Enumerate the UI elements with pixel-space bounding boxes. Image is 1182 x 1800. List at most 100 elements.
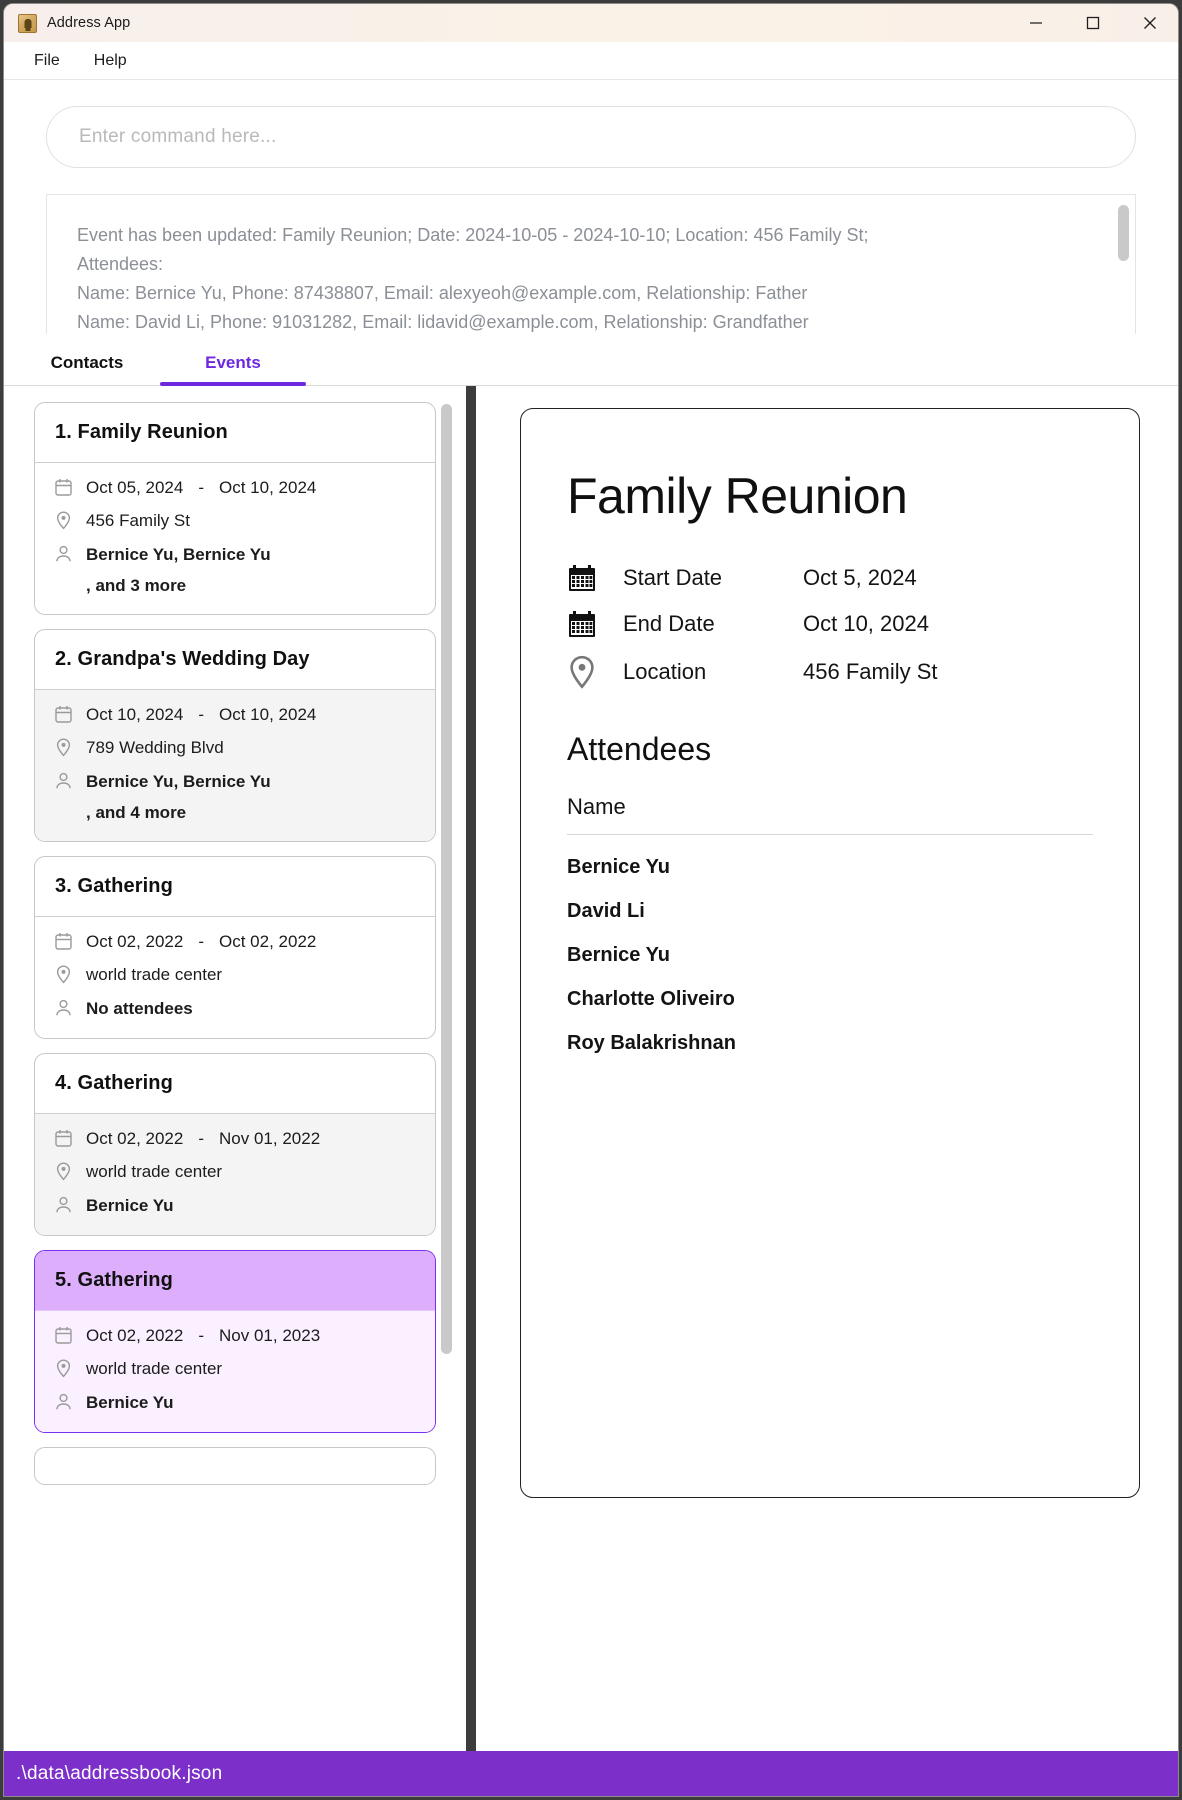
- event-end-date: Oct 02, 2022: [219, 932, 317, 951]
- event-location: world trade center: [86, 1162, 223, 1181]
- event-date-row: Oct 02, 2022 - Nov 01, 2022: [55, 1127, 415, 1152]
- event-card[interactable]: 4. Gathering Oct 02, 2022 - Nov 01, 2022: [34, 1053, 436, 1236]
- event-card-title: 4. Gathering: [55, 1072, 173, 1094]
- event-date-row: Oct 02, 2022 - Nov 01, 2023: [55, 1324, 415, 1349]
- address-book-icon: [18, 13, 37, 33]
- minimize-icon[interactable]: [1007, 4, 1064, 42]
- event-date-row: Oct 10, 2024 - Oct 10, 2024: [55, 703, 415, 728]
- location-pin-icon: [55, 509, 75, 535]
- event-attendees-row: Bernice Yu, Bernice Yu: [55, 543, 415, 568]
- location-pin-icon: [55, 1160, 75, 1186]
- location-label: Location: [623, 659, 707, 684]
- tab-events[interactable]: Events: [160, 353, 306, 386]
- attendee-row: David Li: [567, 900, 645, 922]
- title-bar: Address App: [4, 4, 1178, 42]
- event-card-body: Oct 10, 2024 - Oct 10, 2024 789 Wedding …: [35, 689, 435, 841]
- result-line: Name: Bernice Yu, Phone: 87438807, Email…: [77, 283, 808, 303]
- tab-contacts[interactable]: Contacts: [14, 353, 160, 385]
- end-date-value: Oct 10, 2024: [803, 611, 929, 636]
- app-window: Address App File Help Enter command here…: [4, 4, 1178, 1796]
- event-attendees-row: Bernice Yu: [55, 1391, 415, 1416]
- result-line: Name: David Li, Phone: 91031282, Email: …: [77, 312, 809, 332]
- event-card-title: 3. Gathering: [55, 875, 173, 897]
- event-location: world trade center: [86, 1359, 223, 1378]
- event-attendees: Bernice Yu: [86, 1393, 174, 1412]
- end-date-row: End Date Oct 10, 2024: [567, 609, 1093, 639]
- event-card-title: 5. Gathering: [35, 1251, 435, 1310]
- event-attendees-row: No attendees: [55, 997, 415, 1022]
- event-start-date: Oct 02, 2022: [86, 932, 184, 951]
- event-card-body: Oct 05, 2024 - Oct 10, 2024 456 Family S…: [35, 462, 435, 614]
- event-start-date: Oct 02, 2022: [86, 1326, 184, 1345]
- attendees-heading: Attendees: [567, 731, 712, 767]
- event-attendees-row: Bernice Yu, Bernice Yu: [55, 770, 415, 795]
- location-pin-icon: [55, 1357, 75, 1383]
- attendees-column-header: Name: [567, 794, 1093, 835]
- event-end-date: Oct 10, 2024: [219, 705, 317, 724]
- event-date-row: Oct 05, 2024 - Oct 10, 2024: [55, 476, 415, 501]
- result-line: Event has been updated: Family Reunion; …: [77, 225, 869, 245]
- command-input-placeholder: Enter command here...: [79, 126, 277, 147]
- event-card[interactable]: 3. Gathering Oct 02, 2022 - Oct 02, 2022: [34, 856, 436, 1039]
- calendar-icon: [55, 1324, 75, 1349]
- event-location: 456 Family St: [86, 511, 190, 530]
- location-pin-icon: [55, 736, 75, 762]
- start-date-value: Oct 5, 2024: [803, 565, 917, 590]
- event-location-row: 789 Wedding Blvd: [55, 736, 415, 762]
- calendar-icon: [567, 609, 623, 639]
- event-card[interactable]: [34, 1447, 436, 1485]
- attendee-row: Roy Balakrishnan: [567, 1032, 736, 1054]
- person-icon: [55, 543, 75, 568]
- date-separator: -: [198, 478, 205, 497]
- event-card-body: Oct 02, 2022 - Nov 01, 2023 world trade …: [35, 1310, 435, 1432]
- event-start-date: Oct 02, 2022: [86, 1129, 184, 1148]
- calendar-icon: [55, 1127, 75, 1152]
- event-location-row: 456 Family St: [55, 509, 415, 535]
- calendar-icon: [567, 563, 623, 593]
- start-date-label: Start Date: [623, 565, 723, 590]
- command-input[interactable]: Enter command here...: [46, 106, 1136, 168]
- event-location-row: world trade center: [55, 963, 415, 989]
- menu-item-help[interactable]: Help: [82, 48, 139, 74]
- event-list: 1. Family Reunion Oct 05, 2024 - Oct 10,…: [4, 402, 466, 1485]
- event-card-title: [35, 1448, 435, 1484]
- event-card-body: Oct 02, 2022 - Nov 01, 2022 world trade …: [35, 1113, 435, 1235]
- date-separator: -: [198, 932, 205, 951]
- content-area: 1. Family Reunion Oct 05, 2024 - Oct 10,…: [4, 386, 1178, 1751]
- event-list-scrollbar[interactable]: [441, 404, 452, 1354]
- calendar-icon: [55, 930, 75, 955]
- attendee-row: Bernice Yu: [567, 856, 671, 878]
- event-end-date: Nov 01, 2022: [219, 1129, 321, 1148]
- start-date-row: Start Date Oct 5, 2024: [567, 563, 1093, 593]
- calendar-icon: [55, 703, 75, 728]
- result-line: Attendees:: [77, 254, 164, 274]
- result-display: Event has been updated: Family Reunion; …: [46, 194, 1136, 334]
- attendee-row: Charlotte Oliveiro: [567, 988, 735, 1010]
- menu-item-file[interactable]: File: [22, 48, 72, 74]
- title-bar-left: Address App: [4, 13, 130, 33]
- event-date-row: Oct 02, 2022 - Oct 02, 2022: [55, 930, 415, 955]
- attendee-row: Bernice Yu: [567, 944, 671, 966]
- close-icon[interactable]: [1121, 4, 1178, 42]
- date-separator: -: [198, 705, 205, 724]
- event-card[interactable]: 2. Grandpa's Wedding Day Oct 10, 2024 - …: [34, 629, 436, 842]
- status-bar-path: .\data\addressbook.json: [16, 1762, 223, 1784]
- event-card[interactable]: 5. Gathering Oct 02, 2022 - Nov 01, 2023: [34, 1250, 436, 1433]
- maximize-icon[interactable]: [1064, 4, 1121, 42]
- location-pin-icon: [55, 963, 75, 989]
- person-icon: [55, 1391, 75, 1416]
- location-value: 456 Family St: [803, 659, 938, 684]
- event-end-date: Nov 01, 2023: [219, 1326, 321, 1345]
- event-attendees: No attendees: [86, 999, 193, 1018]
- end-date-label: End Date: [623, 611, 715, 636]
- event-card[interactable]: 1. Family Reunion Oct 05, 2024 - Oct 10,…: [34, 402, 436, 615]
- pane-divider[interactable]: [466, 386, 476, 1751]
- event-attendees-more: , and 3 more: [86, 576, 187, 595]
- calendar-icon: [55, 476, 75, 501]
- result-scrollbar[interactable]: [1118, 205, 1129, 261]
- location-pin-icon: [567, 655, 623, 689]
- date-separator: -: [198, 1326, 205, 1345]
- event-location-row: world trade center: [55, 1357, 415, 1383]
- event-card-body: Oct 02, 2022 - Oct 02, 2022 world trade …: [35, 916, 435, 1038]
- event-card-title: 1. Family Reunion: [55, 421, 228, 443]
